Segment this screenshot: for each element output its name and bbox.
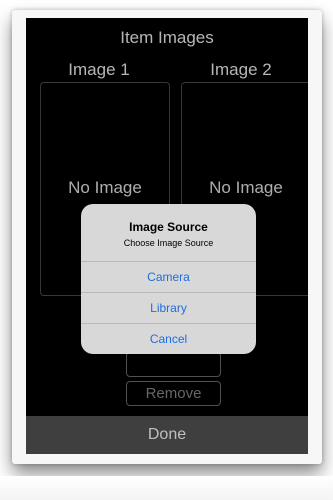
alert-message: Choose Image Source	[123, 238, 214, 248]
library-button[interactable]: Library	[81, 292, 256, 323]
cancel-button[interactable]: Cancel	[81, 323, 256, 354]
camera-button[interactable]: Camera	[81, 261, 256, 292]
alert-title: Image Source	[129, 220, 208, 234]
bottom-fade	[0, 476, 333, 500]
app-screen: Item Images Image 1 Image 2 No Image No …	[26, 18, 308, 454]
image-source-alert: Image Source Choose Image Source Camera …	[81, 204, 256, 354]
